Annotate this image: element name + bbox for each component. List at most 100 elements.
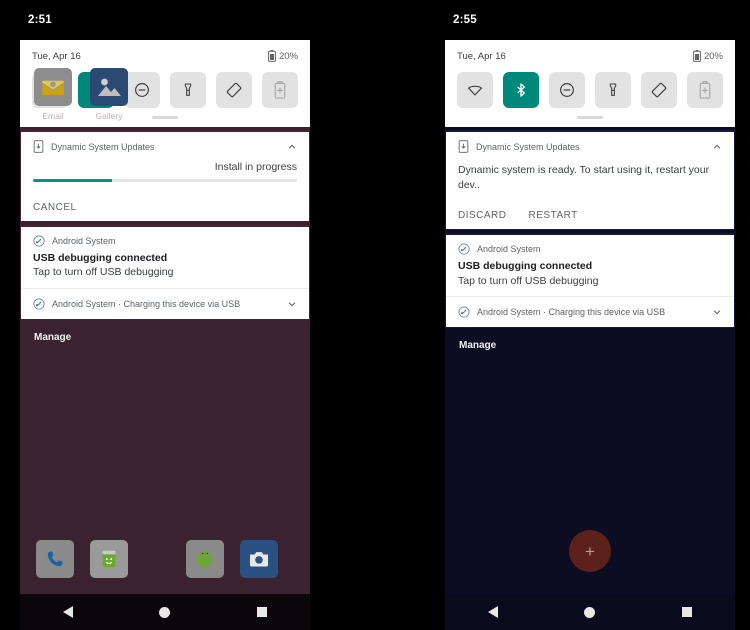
app-label: Gallery [95,111,123,121]
notification-actions: CANCEL [21,192,309,221]
home-dock [20,540,310,578]
recents-icon[interactable] [256,607,267,617]
chevron-down-icon[interactable] [287,299,297,309]
notification-content: Install in progress [21,155,309,192]
notification-header: Dynamic System Updates [21,132,309,155]
manage-button[interactable]: Manage [445,328,735,351]
gallery-icon [90,68,128,106]
dock-app-phone[interactable] [36,540,74,578]
progress-bar [33,179,297,182]
progress-bar-fill [33,179,113,182]
phone-left: 2:51 Tue, Apr 16 20% Dynamic System Upda… [20,0,310,630]
notification-charging-text: Android System · Charging this device vi… [52,298,241,309]
notification-header: Android System [446,235,734,257]
quick-settings-tiles-right [457,72,723,108]
flashlight-icon [609,83,617,96]
notification-status-text: Install in progress [214,161,297,173]
auto-rotate-tile[interactable] [641,72,677,108]
bluetooth-tile[interactable] [503,72,539,108]
notification-dynamic-system-updates[interactable]: Dynamic System Updates Install in progre… [20,130,310,222]
battery-percent: 20% [703,50,723,62]
notification-dynamic-system-updates[interactable]: Dynamic System Updates Dynamic system is… [445,130,735,231]
notification-title: USB debugging connected [458,260,593,273]
wifi-tile[interactable] [457,72,493,108]
notification-text: Tap to turn off USB debugging [33,266,174,279]
shade-drag-handle[interactable] [577,116,603,119]
cancel-button[interactable]: CANCEL [33,202,77,213]
notification-charging-row[interactable]: Android System · Charging this device vi… [446,297,734,327]
restart-button[interactable]: RESTART [529,210,578,221]
app-email[interactable]: Email [34,68,72,121]
notification-shade-right: Tue, Apr 16 20% Dynamic System Updates D… [445,40,735,630]
quick-settings-header: Tue, Apr 16 20% [457,50,723,62]
dock-app-play-store[interactable] [186,540,224,578]
chevron-up-icon[interactable] [712,142,722,152]
status-bar-left: 2:51 [20,0,310,40]
do-not-disturb-icon [560,83,574,97]
system-update-icon [458,140,469,153]
dock-app-camera[interactable] [240,540,278,578]
status-clock: 2:55 [453,14,477,26]
flashlight-tile[interactable] [595,72,631,108]
dock-spacer [144,540,186,578]
notification-actions: DISCARD RESTART [446,200,734,229]
quick-settings-header: Tue, Apr 16 20% [32,50,298,62]
home-app-grid: Email Gallery [20,68,310,121]
add-button[interactable]: + [569,530,611,572]
notification-header: Android System [21,227,309,249]
notification-content: USB debugging connected Tap to turn off … [446,257,734,296]
app-gallery[interactable]: Gallery [90,68,128,121]
app-label: Email [42,111,64,121]
battery-status: 20% [268,50,298,62]
chevron-down-icon[interactable] [712,307,722,317]
wifi-icon [467,85,483,96]
qs-date: Tue, Apr 16 [457,50,506,62]
bluetooth-icon [517,83,525,97]
do-not-disturb-tile[interactable] [549,72,585,108]
notification-text: Tap to turn off USB debugging [458,274,599,287]
messaging-icon [90,540,128,578]
phone-right: 2:55 Tue, Apr 16 20% Dynamic System Upda… [445,0,735,630]
back-icon[interactable] [488,606,499,618]
manage-button[interactable]: Manage [20,320,310,343]
android-system-icon [33,298,45,310]
dock-app-messaging[interactable] [90,540,128,578]
quick-settings-panel-right[interactable]: Tue, Apr 16 20% [445,40,735,127]
home-icon[interactable] [584,606,596,618]
android-robot-icon [186,540,224,578]
android-system-icon [458,306,470,318]
battery-percent: 20% [278,50,298,62]
battery-status: 20% [693,50,723,62]
navigation-bar-left [20,594,310,630]
status-clock: 2:51 [28,14,52,26]
notification-app-name: Dynamic System Updates [51,141,155,152]
notification-title: USB debugging connected [33,252,168,264]
email-icon [34,68,72,106]
phone-icon [36,540,74,578]
notification-header: Dynamic System Updates [446,132,734,155]
notification-app-name: Dynamic System Updates [476,141,580,152]
app-row: Email Gallery [34,68,296,121]
battery-icon [693,50,701,62]
battery-saver-icon [699,81,711,99]
auto-rotate-icon [651,82,667,98]
home-icon[interactable] [159,606,171,618]
notification-app-name: Android System [52,236,116,246]
recents-icon[interactable] [681,607,692,617]
navigation-bar-right [445,594,735,630]
battery-icon [268,50,276,62]
qs-date: Tue, Apr 16 [32,50,81,62]
notification-charging-row[interactable]: Android System · Charging this device vi… [21,289,309,319]
notification-text: Dynamic system is ready. To start using … [458,164,710,191]
battery-saver-tile[interactable] [687,72,723,108]
android-system-icon [458,243,470,255]
notification-group-android-system-right[interactable]: Android System USB debugging connected T… [445,233,735,329]
notification-content: USB debugging connected Tap to turn off … [21,249,309,288]
screenshot-root: 2:51 Tue, Apr 16 20% Dynamic System Upda… [0,0,750,630]
system-update-icon [33,140,44,153]
discard-button[interactable]: DISCARD [458,210,507,221]
notification-group-android-system-left[interactable]: Android System USB debugging connected T… [20,225,310,320]
chevron-up-icon[interactable] [287,142,297,152]
status-bar-right: 2:55 [445,0,735,40]
back-icon[interactable] [63,606,74,618]
